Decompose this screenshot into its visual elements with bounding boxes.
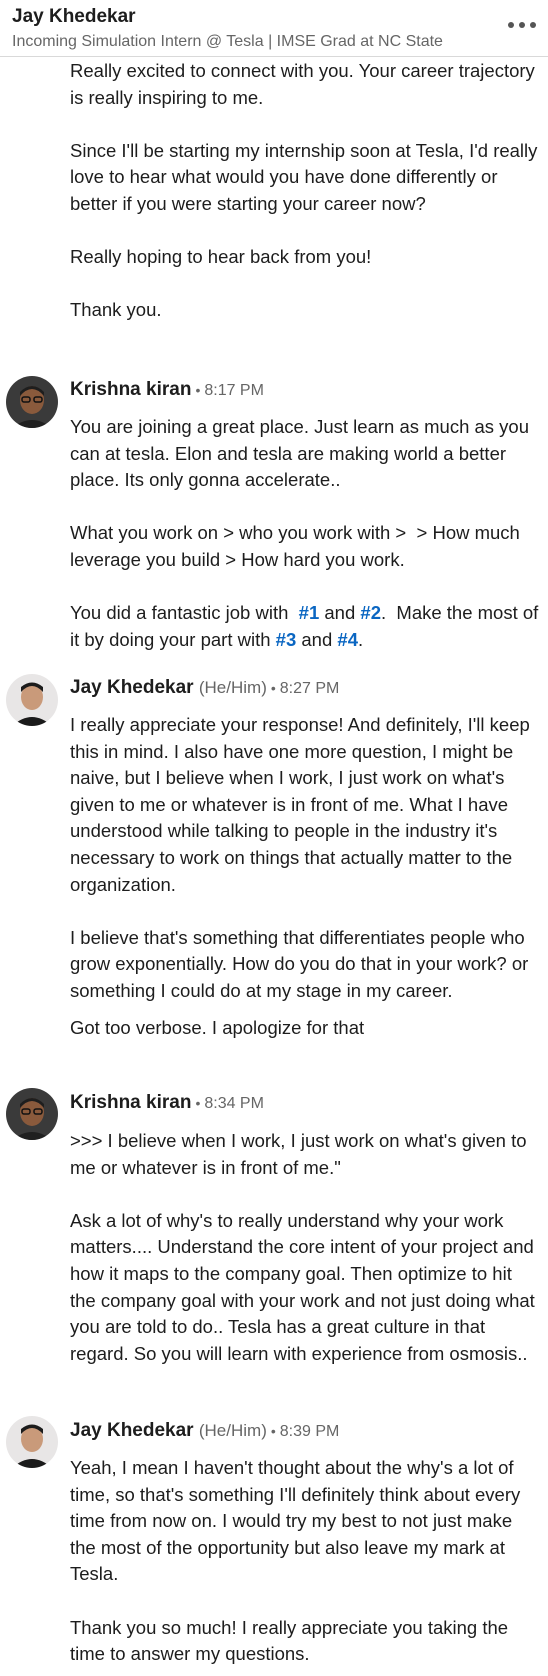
- sender-name[interactable]: Jay Khedekar: [70, 1420, 194, 1441]
- message-paragraph: I believe that's something that differen…: [70, 926, 534, 1001]
- message-paragraph: Got too verbose. I apologize for that: [70, 1016, 365, 1038]
- message-time: 8:34 PM: [204, 1095, 264, 1112]
- avatar[interactable]: [6, 376, 58, 428]
- message-sender-line: Krishna kiran • 8:34 PM: [70, 1091, 264, 1116]
- message-paragraph: You are joining a great place. Just lear…: [70, 416, 535, 491]
- message-paragraph: You did a fantastic job with #1 and #2. …: [70, 600, 540, 653]
- message-body: Really excited to connect with you. Your…: [70, 58, 540, 324]
- message-text: and: [319, 602, 361, 624]
- message-paragraph: Thank you so much! I really appreciate y…: [70, 1616, 514, 1665]
- separator-dot: •: [195, 382, 201, 398]
- hashtag-link[interactable]: #1: [299, 602, 320, 623]
- message-paragraph: I really appreciate your response! And d…: [70, 714, 535, 895]
- separator-dot: •: [270, 680, 276, 696]
- sender-name[interactable]: Krishna kiran: [70, 1092, 191, 1113]
- sender-pronouns: (He/Him): [198, 1421, 267, 1440]
- message-paragraph: Really hoping to hear back from you!: [70, 246, 372, 268]
- contact-headline: Incoming Simulation Intern @ Tesla | IMS…: [12, 33, 443, 50]
- message-paragraph: Really excited to connect with you. Your…: [70, 60, 540, 108]
- message-text: You did a fantastic job with: [70, 602, 299, 624]
- message-body: I really appreciate your response! And d…: [70, 712, 540, 1041]
- sender-name[interactable]: Krishna kiran: [70, 379, 191, 400]
- sender-name[interactable]: Jay Khedekar: [70, 677, 194, 698]
- message-paragraph: Ask a lot of why's to really understand …: [70, 1209, 540, 1364]
- message-text: and: [296, 628, 338, 650]
- message-sender-line: Krishna kiran • 8:17 PM: [70, 378, 264, 403]
- avatar[interactable]: [6, 1416, 58, 1468]
- message-sender-line: Jay Khedekar (He/Him) • 8:27 PM: [70, 676, 339, 701]
- message-paragraph: Thank you.: [70, 299, 162, 321]
- more-options-icon[interactable]: [508, 22, 536, 28]
- message-body: You are joining a great place. Just lear…: [70, 414, 540, 653]
- message-paragraph: Yeah, I mean I haven't thought about the…: [70, 1457, 526, 1585]
- sender-pronouns: (He/Him): [198, 678, 267, 697]
- avatar[interactable]: [6, 674, 58, 726]
- message-text: .: [357, 628, 364, 650]
- message-time: 8:27 PM: [279, 680, 340, 697]
- message-paragraph: >>> I believe when I work, I just work o…: [70, 1130, 532, 1178]
- message-paragraph: What you work on > who you work with > >…: [70, 522, 525, 570]
- message-body: >>> I believe when I work, I just work o…: [70, 1128, 540, 1367]
- avatar[interactable]: [6, 1088, 58, 1140]
- message-paragraph: Since I'll be starting my internship soo…: [70, 139, 543, 214]
- contact-name[interactable]: Jay Khedekar: [12, 6, 136, 28]
- message-time: 8:39 PM: [279, 1423, 340, 1440]
- separator-dot: •: [195, 1095, 201, 1111]
- message-sender-line: Jay Khedekar (He/Him) • 8:39 PM: [70, 1419, 339, 1444]
- message-body: Yeah, I mean I haven't thought about the…: [70, 1455, 540, 1668]
- hashtag-link[interactable]: #3: [276, 629, 297, 650]
- hashtag-link[interactable]: #2: [360, 602, 381, 623]
- message-time: 8:17 PM: [204, 382, 264, 399]
- conversation-header: Jay Khedekar Incoming Simulation Intern …: [0, 0, 548, 57]
- hashtag-link[interactable]: #4: [337, 629, 358, 650]
- separator-dot: •: [270, 1423, 276, 1439]
